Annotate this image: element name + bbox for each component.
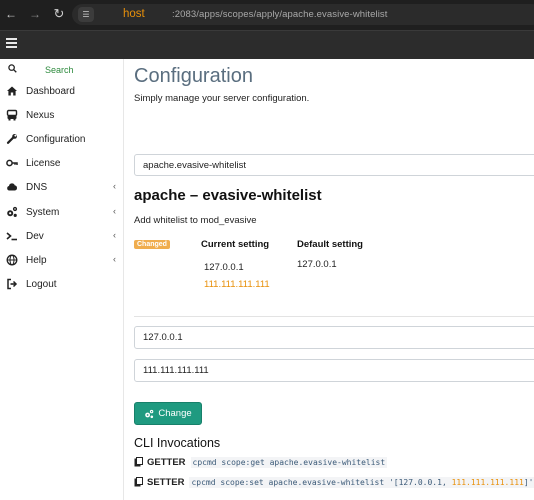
sidebar-item-license[interactable]: License: [0, 152, 124, 174]
chevron-left-icon: ‹: [113, 181, 116, 191]
sidebar-item-label: Nexus: [26, 110, 55, 121]
current-setting-header: Current setting: [201, 239, 270, 250]
value-input-2[interactable]: [134, 359, 534, 382]
setter-command-highlight: 111.111.111.111: [451, 477, 524, 487]
browser-toolbar: ← → ↻ ☰ host :2083/apps/scopes/apply/apa…: [0, 0, 534, 30]
arrow-right-icon[interactable]: →: [28, 7, 42, 21]
sidebar-item-label: Logout: [26, 279, 57, 290]
sidebar-item-dev[interactable]: Dev ‹: [0, 225, 124, 247]
sidebar-item-nexus[interactable]: Nexus: [0, 104, 124, 126]
sidebar-item-label: System: [26, 207, 60, 218]
sidebar-item-label: License: [26, 158, 61, 169]
sidebar: Search Dashboard Nexus Configuration Lic…: [0, 59, 124, 500]
globe-icon: [6, 254, 18, 266]
reload-icon[interactable]: ↻: [52, 6, 66, 22]
page-title: Configuration: [134, 65, 253, 87]
setter-command-suffix: ]': [523, 477, 534, 487]
changed-badge: Changed: [134, 240, 170, 249]
sidebar-item-label: Configuration: [26, 134, 86, 145]
cogs-icon: [145, 409, 154, 418]
sign-out-icon: [7, 278, 18, 290]
sidebar-item-dashboard[interactable]: Dashboard: [0, 80, 124, 102]
sidebar-item-system[interactable]: System ‹: [0, 201, 124, 223]
home-icon: [7, 86, 17, 96]
sidebar-item-label: Help: [26, 255, 47, 266]
cli-title: CLI Invocations: [134, 436, 221, 450]
sidebar-item-label: Dashboard: [26, 86, 75, 97]
page-subtitle: Simply manage your server configuration.: [134, 93, 310, 104]
wrench-icon: [6, 134, 17, 144]
setter-command-prefix: cpcmd scope:set apache.evasive-whitelist…: [191, 477, 452, 487]
sidebar-item-label: Dev: [26, 231, 44, 242]
hamburger-menu-icon[interactable]: [6, 38, 17, 48]
getter-command[interactable]: cpcmd scope:get apache.evasive-whitelist: [190, 456, 388, 468]
scope-title: apache – evasive-whitelist: [134, 187, 322, 204]
chevron-left-icon: ‹: [113, 230, 116, 240]
sidebar-item-dns[interactable]: DNS ‹: [0, 176, 124, 198]
arrow-left-icon[interactable]: ←: [4, 7, 18, 21]
terminal-icon: [6, 232, 17, 241]
current-value-changed: 111.111.111.111: [204, 279, 270, 290]
cloud-icon: [7, 183, 18, 191]
url-path[interactable]: :2083/apps/scopes/apply/apache.evasive-w…: [172, 9, 388, 20]
server-icon: [6, 109, 18, 121]
main-content: Configuration Simply manage your server …: [125, 59, 534, 500]
setter-command[interactable]: cpcmd scope:set apache.evasive-whitelist…: [189, 476, 534, 488]
app-header: [0, 30, 534, 59]
cli-setter-row: SETTER cpcmd scope:set apache.evasive-wh…: [134, 475, 534, 489]
sidebar-item-label: DNS: [26, 182, 48, 193]
sidebar-item-configuration[interactable]: Configuration: [0, 128, 124, 150]
clipboard-icon[interactable]: [134, 457, 143, 467]
value-input-1[interactable]: [134, 326, 534, 349]
getter-label: GETTER: [147, 456, 186, 468]
sidebar-search[interactable]: Search: [0, 59, 124, 79]
cli-getter-row: GETTER cpcmd scope:get apache.evasive-wh…: [134, 455, 388, 469]
chevron-left-icon: ‹: [113, 206, 116, 216]
sidebar-item-help[interactable]: Help ‹: [0, 249, 124, 271]
chevron-left-icon: ‹: [113, 254, 116, 264]
cogs-icon: [7, 206, 18, 217]
key-icon: [6, 159, 18, 167]
divider: [134, 316, 534, 317]
url-host[interactable]: host: [123, 8, 145, 20]
scope-description: Add whitelist to mod_evasive: [134, 215, 257, 226]
search-icon: [8, 64, 17, 73]
scope-select[interactable]: apache.evasive-whitelist: [134, 154, 534, 176]
default-setting-header: Default setting: [297, 239, 363, 250]
clipboard-icon[interactable]: [134, 477, 143, 487]
change-button[interactable]: Change: [134, 402, 202, 425]
current-value: 127.0.0.1: [204, 262, 244, 273]
sidebar-item-logout[interactable]: Logout: [0, 273, 124, 295]
setter-label: SETTER: [147, 476, 185, 488]
search-label: Search: [45, 65, 74, 75]
default-value: 127.0.0.1: [297, 259, 337, 270]
site-info-icon[interactable]: ☰: [78, 7, 94, 22]
change-button-label: Change: [158, 408, 192, 419]
